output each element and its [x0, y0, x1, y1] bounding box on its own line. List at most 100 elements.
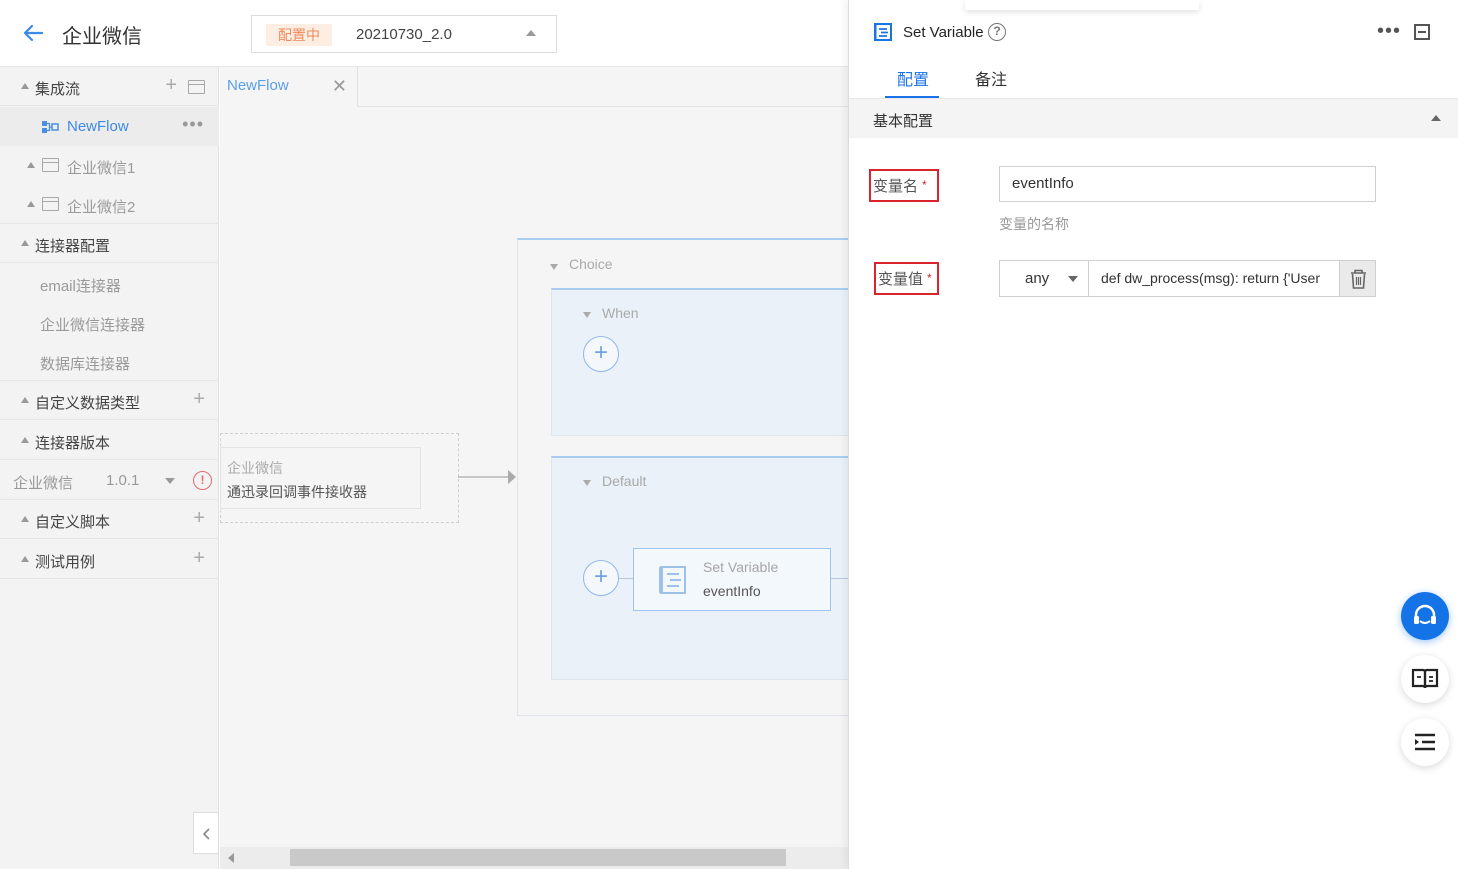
sidebar-item-group2[interactable]: 企业微信2	[0, 185, 219, 224]
sidebar-item-label: email连接器	[40, 278, 121, 295]
app-title: 企业微信	[62, 26, 142, 48]
set-variable-icon	[659, 566, 686, 594]
sidebar: 集成流 + NewFlow ••• 企业微信1 企业微信2 连接器配置 emai…	[0, 67, 219, 869]
close-icon[interactable]: ✕	[332, 76, 347, 97]
add-step-button[interactable]: +	[583, 560, 619, 596]
minimize-icon[interactable]	[1414, 24, 1430, 40]
sidebar-item-label: NewFlow	[67, 118, 129, 135]
collapse-caret-icon[interactable]	[550, 264, 558, 270]
add-icon[interactable]: +	[193, 508, 205, 528]
flow-tabbar: NewFlow ✕	[220, 67, 848, 107]
help-icon[interactable]: ?	[988, 23, 1006, 41]
sidebar-section-label: 集成流	[35, 81, 81, 98]
sidebar-item-label: 企业微信连接器	[40, 317, 146, 334]
sidebar-section-label: 自定义数据类型	[35, 395, 141, 412]
sidebar-section-connectors[interactable]: 连接器配置	[0, 224, 219, 263]
source-node[interactable]: 企业微信 通迅录回调事件接收器	[220, 447, 421, 509]
sidebar-item-email-connector[interactable]: email连接器	[0, 264, 219, 303]
sidebar-item-group1[interactable]: 企业微信1	[0, 146, 219, 185]
delete-button[interactable]	[1339, 260, 1376, 297]
add-icon[interactable]: +	[165, 75, 177, 95]
node-subtitle: eventInfo	[703, 583, 761, 599]
node-title: 企业微信	[227, 460, 283, 476]
outline-button[interactable]	[1401, 718, 1449, 766]
connector-version-select[interactable]: 1.0.1	[106, 472, 139, 489]
tab-newflow[interactable]: NewFlow ✕	[220, 67, 358, 107]
support-button[interactable]	[1401, 592, 1449, 640]
add-icon[interactable]: +	[193, 389, 205, 409]
set-variable-node[interactable]: Set Variable eventInfo	[633, 548, 831, 611]
connector-line	[831, 578, 848, 579]
add-icon[interactable]: +	[193, 548, 205, 568]
sidebar-section-label: 连接器版本	[35, 435, 111, 452]
var-name-input[interactable]: eventInfo	[999, 166, 1376, 202]
sidebar-item-label: 数据库连接器	[40, 356, 131, 373]
var-type-select[interactable]: any	[999, 260, 1089, 297]
properties-panel: Set Variable ? ••• 配置 备注 基本配置 变量名 * event…	[848, 0, 1458, 869]
delete-icon	[1351, 269, 1366, 289]
sidebar-item-label: 企业微信2	[67, 199, 136, 216]
sidebar-item-database-connector[interactable]: 数据库连接器	[0, 342, 219, 381]
more-icon[interactable]: •••	[182, 114, 204, 135]
scroll-left-icon[interactable]	[228, 853, 234, 863]
warning-icon[interactable]: !	[193, 471, 212, 490]
collapse-caret-icon[interactable]	[21, 83, 29, 89]
collapse-caret-icon[interactable]	[583, 480, 591, 486]
docs-button[interactable]	[1401, 655, 1449, 703]
sidebar-section-flows[interactable]: 集成流 +	[0, 67, 219, 106]
node-title: Set Variable	[703, 559, 779, 575]
sidebar-section-label: 自定义脚本	[35, 514, 111, 531]
back-arrow-icon[interactable]	[22, 22, 44, 44]
folder-icon	[42, 158, 59, 172]
version-text: 20210730_2.0	[356, 26, 452, 43]
sidebar-section-custom-types[interactable]: 自定义数据类型 +	[0, 381, 219, 420]
chevron-down-icon	[1068, 276, 1078, 282]
collapse-caret-icon[interactable]	[21, 240, 29, 246]
collapse-caret-icon[interactable]	[27, 201, 35, 207]
scrollbar-thumb[interactable]	[290, 849, 786, 866]
section-basic-config[interactable]: 基本配置	[849, 99, 1458, 138]
flow-arrow	[458, 470, 516, 484]
headset-icon	[1414, 604, 1436, 624]
status-badge: 配置中	[266, 24, 332, 46]
sidebar-section-connector-version[interactable]: 连接器版本	[0, 421, 219, 460]
more-icon[interactable]: •••	[1377, 20, 1401, 43]
sidebar-item-wechat-connector[interactable]: 企业微信连接器	[0, 303, 219, 342]
var-value-label-text: 变量值	[878, 271, 924, 288]
choice-block[interactable]: Choice When + Default + Set Variable eve…	[517, 238, 848, 716]
required-marker: *	[927, 271, 932, 285]
version-selector[interactable]: 配置中 20210730_2.0	[251, 15, 557, 53]
collapse-caret-icon[interactable]	[21, 397, 29, 403]
sidebar-section-label: 测试用例	[35, 554, 96, 571]
collapse-caret-icon[interactable]	[583, 312, 591, 318]
folder-icon[interactable]	[188, 80, 205, 94]
var-name-help-text: 变量的名称	[999, 216, 1069, 232]
sidebar-section-test-cases[interactable]: 测试用例 +	[0, 540, 219, 579]
when-branch[interactable]: When +	[551, 288, 848, 436]
section-title: 基本配置	[873, 113, 934, 130]
flow-canvas[interactable]: NewFlow ✕ 企业微信 通迅录回调事件接收器 Choice When + …	[220, 67, 848, 869]
var-value-input[interactable]: def dw_process(msg): return {'User	[1089, 260, 1340, 297]
tab-config[interactable]: 配置	[897, 66, 929, 90]
sidebar-item-newflow[interactable]: NewFlow •••	[0, 107, 219, 146]
collapse-caret-icon[interactable]	[21, 516, 29, 522]
chevron-down-icon[interactable]	[165, 478, 175, 484]
required-marker: *	[922, 178, 927, 192]
sidebar-section-custom-scripts[interactable]: 自定义脚本 +	[0, 500, 219, 539]
add-step-button[interactable]: +	[583, 336, 619, 372]
tab-label: NewFlow	[227, 77, 289, 94]
collapse-caret-icon[interactable]	[27, 162, 35, 168]
horizontal-scrollbar[interactable]	[220, 847, 848, 869]
tab-notes[interactable]: 备注	[975, 66, 1007, 90]
node-subtitle: 通迅录回调事件接收器	[227, 484, 367, 500]
chevron-up-icon[interactable]	[1431, 115, 1441, 121]
collapse-caret-icon[interactable]	[21, 556, 29, 562]
default-branch[interactable]: Default + Set Variable eventInfo	[551, 456, 848, 680]
panel-title: Set Variable	[903, 24, 984, 41]
choice-label: Choice	[569, 256, 613, 272]
collapse-caret-icon[interactable]	[21, 437, 29, 443]
collapse-sidebar-button[interactable]	[193, 812, 219, 854]
connector-name: 企业微信	[13, 475, 74, 492]
connector-line	[619, 578, 633, 579]
default-label: Default	[602, 473, 647, 489]
